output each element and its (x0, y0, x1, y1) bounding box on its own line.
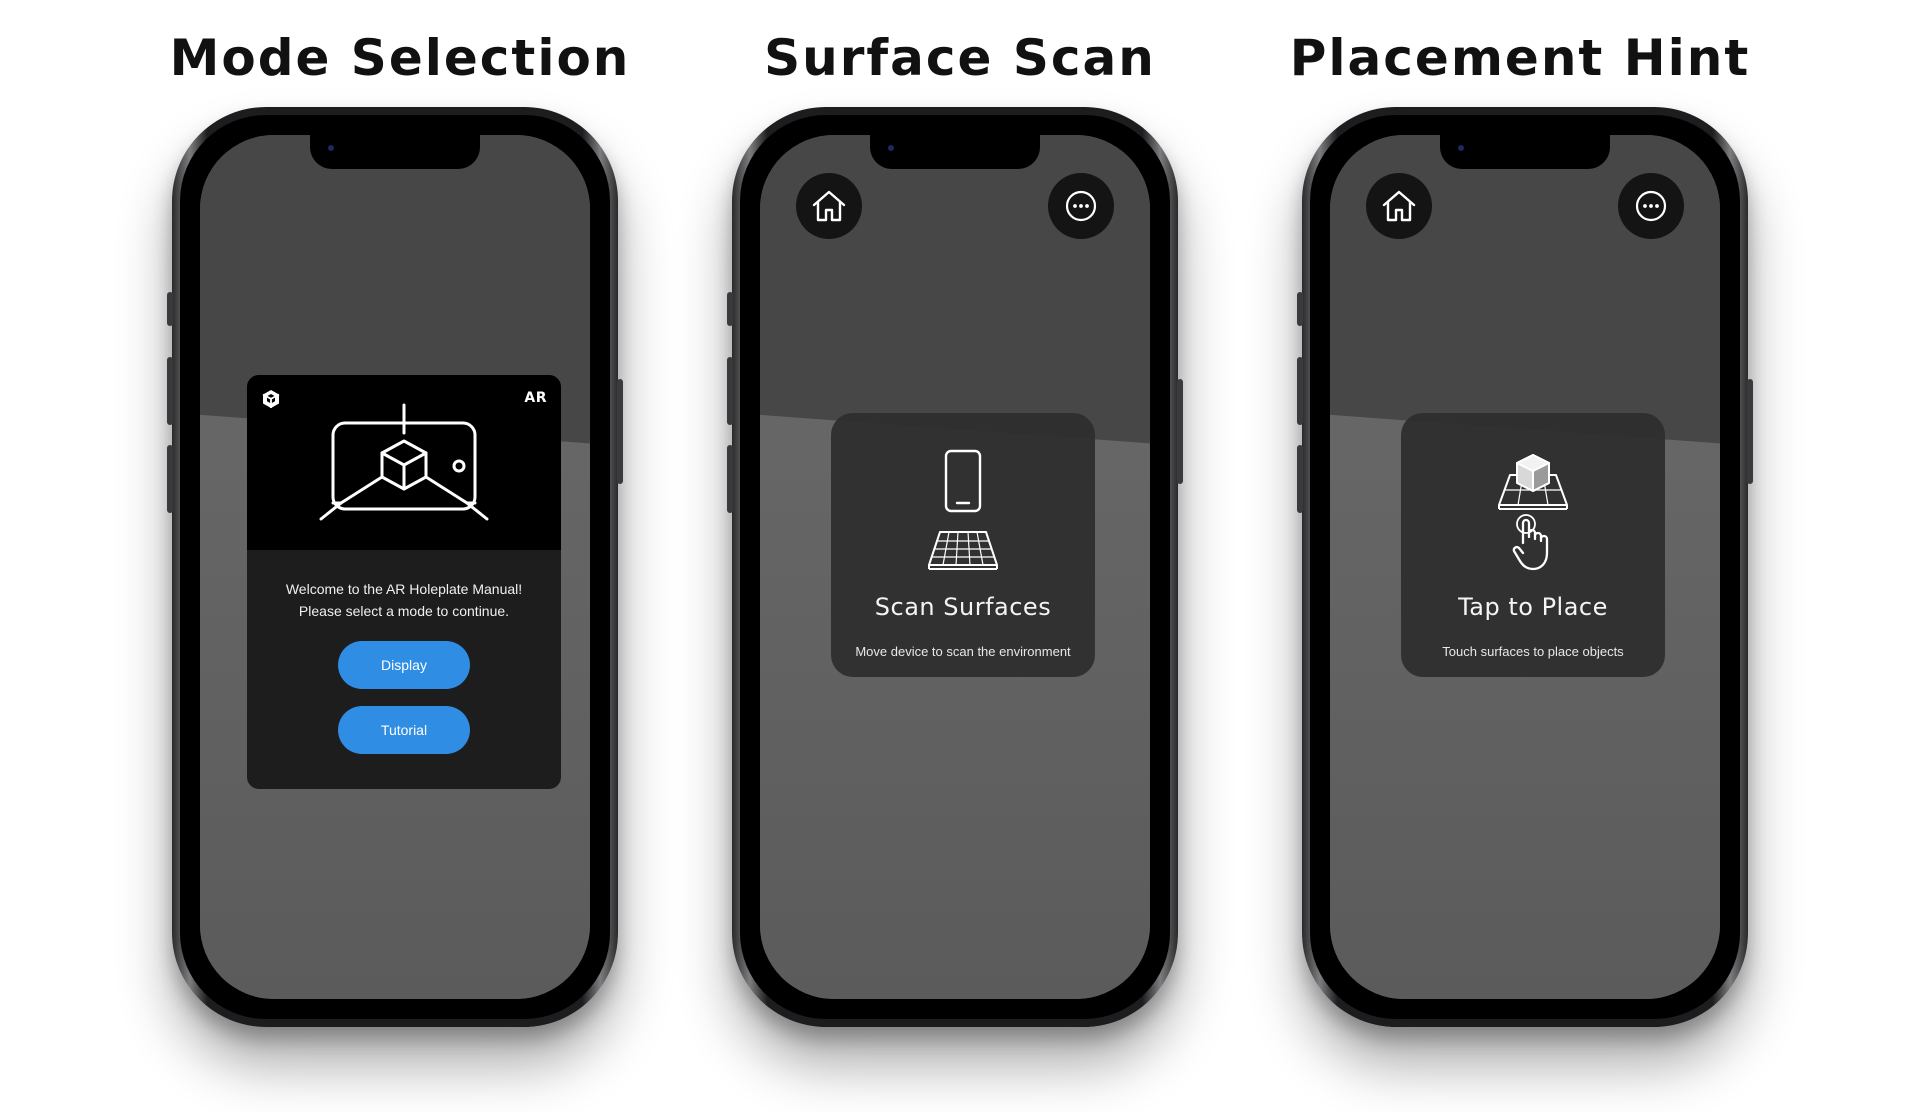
phone-screen: AR Welcome to the AR Holeplate Manual! P… (200, 135, 590, 999)
side-button (727, 445, 733, 513)
ar-badge: AR (524, 390, 547, 406)
front-camera (1458, 145, 1464, 151)
home-icon (1382, 190, 1416, 222)
home-icon (812, 190, 846, 222)
scan-hint-title: Scan Surfaces (874, 593, 1052, 621)
side-button (167, 445, 173, 513)
more-options-icon (1635, 190, 1667, 222)
more-options-button[interactable] (1618, 173, 1684, 239)
cube-on-plane-icon (1498, 454, 1568, 510)
home-button[interactable] (796, 173, 862, 239)
showcase: Mode Selection Surface Scan Placement Hi… (0, 0, 1920, 1112)
phone-bezel: Tap to Place Touch surfaces to place obj… (1310, 115, 1740, 1019)
phone-screen: Scan Surfaces Move device to scan the en… (760, 135, 1150, 999)
side-button (1177, 379, 1183, 484)
side-button (1297, 357, 1303, 425)
more-options-icon (1065, 190, 1097, 222)
unity-logo-icon (262, 390, 280, 408)
place-hint-subtitle: Touch surfaces to place objects (1442, 644, 1624, 659)
side-button (727, 292, 733, 326)
welcome-text: Welcome to the AR Holeplate Manual! Plea… (257, 578, 551, 622)
welcome-line-2: Please select a mode to continue. (298, 603, 510, 619)
phone-bezel: Scan Surfaces Move device to scan the en… (740, 115, 1170, 1019)
tutorial-button[interactable]: Tutorial (338, 706, 470, 754)
tap-to-place-hint: Tap to Place Touch surfaces to place obj… (1401, 413, 1665, 677)
surface-scan-title: Surface Scan (764, 29, 1156, 87)
notch (310, 135, 480, 169)
phone-icon (944, 449, 982, 513)
front-camera (328, 145, 334, 151)
grid-surface-icon (928, 531, 998, 570)
front-camera (888, 145, 894, 151)
tap-hand-icon (1512, 514, 1549, 571)
welcome-line-1: Welcome to the AR Holeplate Manual! (285, 581, 523, 597)
scan-hint-subtitle: Move device to scan the environment (855, 644, 1071, 659)
display-button[interactable]: Display (338, 641, 470, 689)
mode-selection-title: Mode Selection (169, 29, 631, 87)
home-button[interactable] (1366, 173, 1432, 239)
scan-surfaces-hint: Scan Surfaces Move device to scan the en… (831, 413, 1095, 677)
notch (870, 135, 1040, 169)
more-options-button[interactable] (1048, 173, 1114, 239)
mode-selection-dialog: AR Welcome to the AR Holeplate Manual! P… (247, 375, 561, 789)
phone-bezel: AR Welcome to the AR Holeplate Manual! P… (180, 115, 610, 1019)
placement-hint-title: Placement Hint (1289, 29, 1751, 87)
side-button (1297, 292, 1303, 326)
phone-screen: Tap to Place Touch surfaces to place obj… (1330, 135, 1720, 999)
side-button (1747, 379, 1753, 484)
place-hint-title: Tap to Place (1458, 593, 1608, 621)
side-button (727, 357, 733, 425)
dialog-hero: AR (247, 375, 561, 550)
ar-phone-cube-icon (319, 403, 489, 521)
phone-surface-scan: Scan Surfaces Move device to scan the en… (727, 107, 1183, 1027)
side-button (1297, 445, 1303, 513)
phone-mode-selection: AR Welcome to the AR Holeplate Manual! P… (167, 107, 623, 1027)
phone-placement-hint: Tap to Place Touch surfaces to place obj… (1297, 107, 1753, 1027)
side-button (167, 357, 173, 425)
side-button (167, 292, 173, 326)
side-button (617, 379, 623, 484)
notch (1440, 135, 1610, 169)
